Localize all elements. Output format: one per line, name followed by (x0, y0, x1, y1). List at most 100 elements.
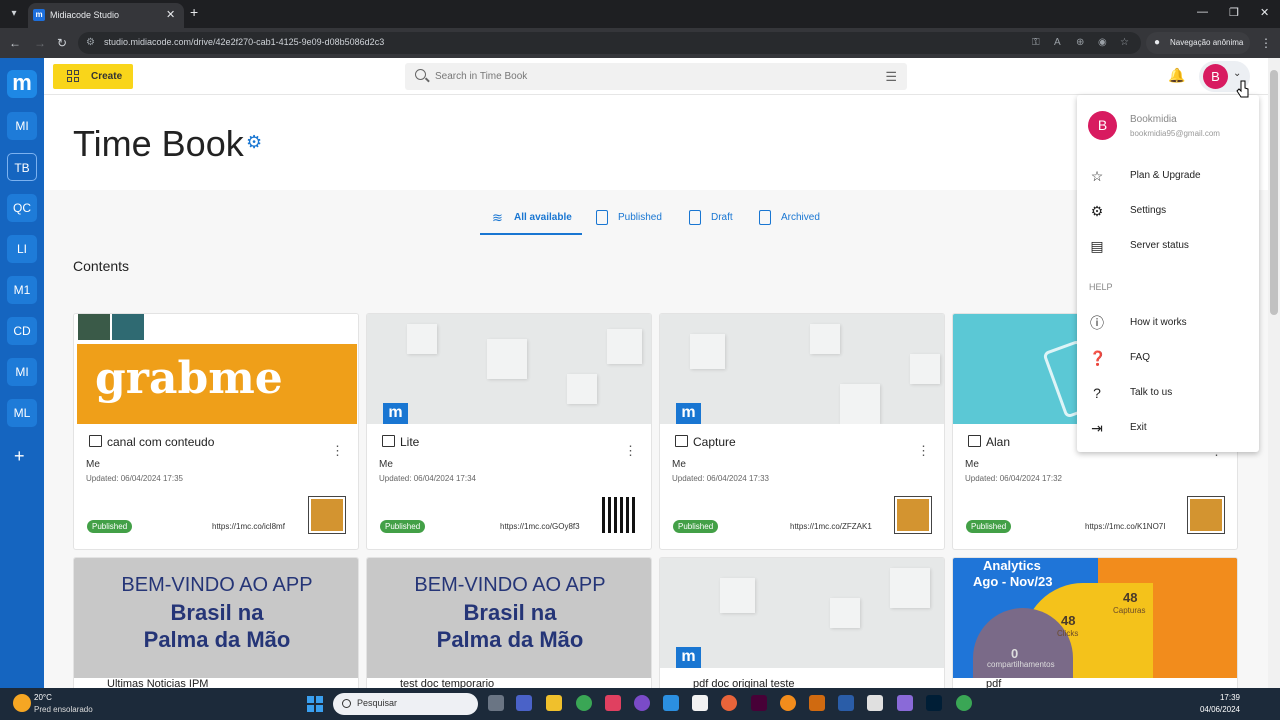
incognito-label: Navegação anônima (1170, 38, 1244, 47)
tab-published[interactable]: Published (596, 205, 666, 235)
tab-search-icon[interactable]: ▾ (6, 6, 22, 22)
pdf-icon (675, 435, 688, 447)
short-link[interactable]: https://1mc.co/K1NO7I (1085, 522, 1165, 531)
menu-item-talk-to-us[interactable]: ? Talk to us (1077, 379, 1259, 407)
incognito-badge[interactable]: ● Navegação anônima (1146, 32, 1250, 54)
menu-item-plan-upgrade[interactable]: ☆ Plan & Upgrade (1077, 162, 1259, 190)
menu-item-label: Talk to us (1130, 387, 1173, 398)
app-icon[interactable] (605, 695, 621, 711)
window-close-icon[interactable]: ✕ (1260, 6, 1269, 19)
browser-tab[interactable]: m Midiacode Studio ✕ (28, 3, 184, 28)
chrome-2-icon[interactable] (956, 695, 972, 711)
shares-count: 0 (1011, 646, 1019, 661)
task-view-icon[interactable] (488, 695, 504, 711)
notepad-icon[interactable] (692, 695, 708, 711)
workspace-tb[interactable]: TB (7, 153, 37, 181)
new-tab-icon[interactable]: + (190, 4, 198, 20)
app-icon-purple[interactable] (897, 695, 913, 711)
tab-all-available[interactable]: ≋ All available (480, 205, 582, 235)
snipping-icon[interactable] (867, 695, 883, 711)
address-bar[interactable]: ⚙ studio.midiacode.com/drive/42e2f270-ca… (78, 32, 1141, 54)
content-card[interactable]: m pdf doc original teste (659, 557, 945, 697)
menu-item-faq[interactable]: ❓ FAQ (1077, 344, 1259, 372)
menu-item-server-status[interactable]: ▤ Server status (1077, 232, 1259, 260)
file-explorer-icon[interactable] (546, 695, 562, 711)
content-card[interactable]: BEM-VINDO AO APP Brasil na Palma da Mão … (73, 557, 359, 697)
content-card[interactable]: Analytics Ago - Nov/23 48 Capturas 48 Cl… (952, 557, 1238, 697)
menu-item-how-it-works[interactable]: ⓘ How it works (1077, 309, 1259, 337)
info-icon: ⓘ (1090, 315, 1104, 331)
tab-draft[interactable]: Draft (689, 205, 739, 235)
card-thumbnail: m (660, 314, 944, 424)
workspace-ml[interactable]: ML (7, 399, 37, 427)
bookmark-star-icon[interactable]: ☆ (1120, 37, 1129, 48)
url-text[interactable]: studio.midiacode.com/drive/42e2f270-cab1… (104, 37, 384, 47)
back-icon[interactable]: ← (9, 36, 21, 50)
create-button[interactable]: Create (53, 64, 133, 89)
midiacode-logo[interactable]: m (7, 70, 37, 98)
eye-off-icon[interactable]: ◉ (1098, 37, 1107, 48)
translate-icon[interactable]: A (1054, 37, 1061, 48)
notification-bell-icon[interactable]: 🔔 (1168, 67, 1185, 84)
taskbar-search[interactable]: Pesquisar (333, 693, 478, 715)
workspace-qc[interactable]: QC (7, 194, 37, 222)
workspace-cd[interactable]: CD (7, 317, 37, 345)
card-owner: Me (379, 459, 393, 470)
incognito-icon: ● (1154, 37, 1161, 48)
tab-close-icon[interactable]: ✕ (166, 8, 175, 21)
workspace-mi[interactable]: MI (7, 112, 37, 140)
app-icon-orange[interactable] (780, 695, 796, 711)
adobe-xd-icon[interactable] (751, 695, 767, 711)
qr-code-icon[interactable] (602, 497, 638, 533)
workspace-mi-2[interactable]: MI (7, 358, 37, 386)
site-info-icon[interactable]: ⚙ (86, 37, 95, 48)
windows-start-icon[interactable] (307, 696, 323, 712)
chrome-icon[interactable] (576, 695, 592, 711)
browser-menu-icon[interactable]: ⋮ (1260, 36, 1272, 50)
qr-code-icon[interactable] (894, 496, 932, 534)
qr-code-icon[interactable] (308, 496, 346, 534)
search-field[interactable]: Search in Time Book ☰ (405, 63, 907, 90)
vscode-icon[interactable] (663, 695, 679, 711)
drive-settings-gear-icon[interactable]: ⚙ (246, 132, 262, 153)
minimize-icon[interactable]: — (1197, 6, 1208, 18)
page-scrollbar[interactable] (1268, 58, 1280, 688)
add-workspace-icon[interactable]: + (14, 446, 25, 467)
short-link[interactable]: https://1mc.co/ZFZAK1 (790, 522, 872, 531)
restore-icon[interactable]: ❐ (1229, 6, 1239, 19)
browser-toolbar: ← → ↻ ⚙ studio.midiacode.com/drive/42e2f… (0, 28, 1280, 58)
short-link[interactable]: https://1mc.co/GOy8f3 (500, 522, 580, 531)
faq-icon: ❓ (1089, 350, 1107, 366)
more-vert-icon[interactable]: ⋮ (331, 443, 344, 459)
scrollbar-thumb[interactable] (1270, 70, 1278, 315)
firefox-icon[interactable] (721, 695, 737, 711)
more-vert-icon[interactable]: ⋮ (917, 443, 930, 459)
forward-icon[interactable]: → (34, 36, 46, 50)
content-card[interactable]: grabme canal com conteudo ⋮ Me Updated: … (73, 313, 359, 550)
password-key-icon[interactable]: ⚿ (1032, 37, 1040, 48)
qr-code-icon[interactable] (1187, 496, 1225, 534)
photoshop-icon[interactable] (926, 695, 942, 711)
tab-archived[interactable]: Archived (759, 205, 825, 235)
short-link[interactable]: https://1mc.co/icl8mf (212, 522, 285, 531)
weather-icon[interactable] (13, 694, 31, 712)
content-card[interactable]: m Capture ⋮ Me Updated: 06/04/2024 17:33… (659, 313, 945, 550)
search-icon (415, 69, 426, 80)
menu-item-settings[interactable]: ⚙ Settings (1077, 197, 1259, 225)
screen: ▾ m Midiacode Studio ✕ + — ❐ ✕ ← → ↻ ⚙ s… (0, 0, 1280, 720)
content-card[interactable]: m Lite ⋮ Me Updated: 06/04/2024 17:34 Pu… (366, 313, 652, 550)
teams-icon[interactable] (516, 695, 532, 711)
menu-item-label: Plan & Upgrade (1130, 170, 1201, 181)
content-card[interactable]: BEM-VINDO AO APP Brasil na Palma da Mão … (366, 557, 652, 697)
workspace-m1[interactable]: M1 (7, 276, 37, 304)
github-icon[interactable] (634, 695, 650, 711)
sublime-icon[interactable] (809, 695, 825, 711)
more-vert-icon[interactable]: ⋮ (624, 443, 637, 459)
zoom-icon[interactable]: ⊕ (1076, 37, 1084, 48)
filter-tune-icon[interactable]: ☰ (885, 69, 897, 85)
document-icon (596, 210, 608, 225)
menu-item-exit[interactable]: ⇥ Exit (1077, 414, 1259, 442)
workspace-li[interactable]: LI (7, 235, 37, 263)
reload-icon[interactable]: ↻ (57, 36, 67, 50)
app-icon-blue[interactable] (838, 695, 854, 711)
